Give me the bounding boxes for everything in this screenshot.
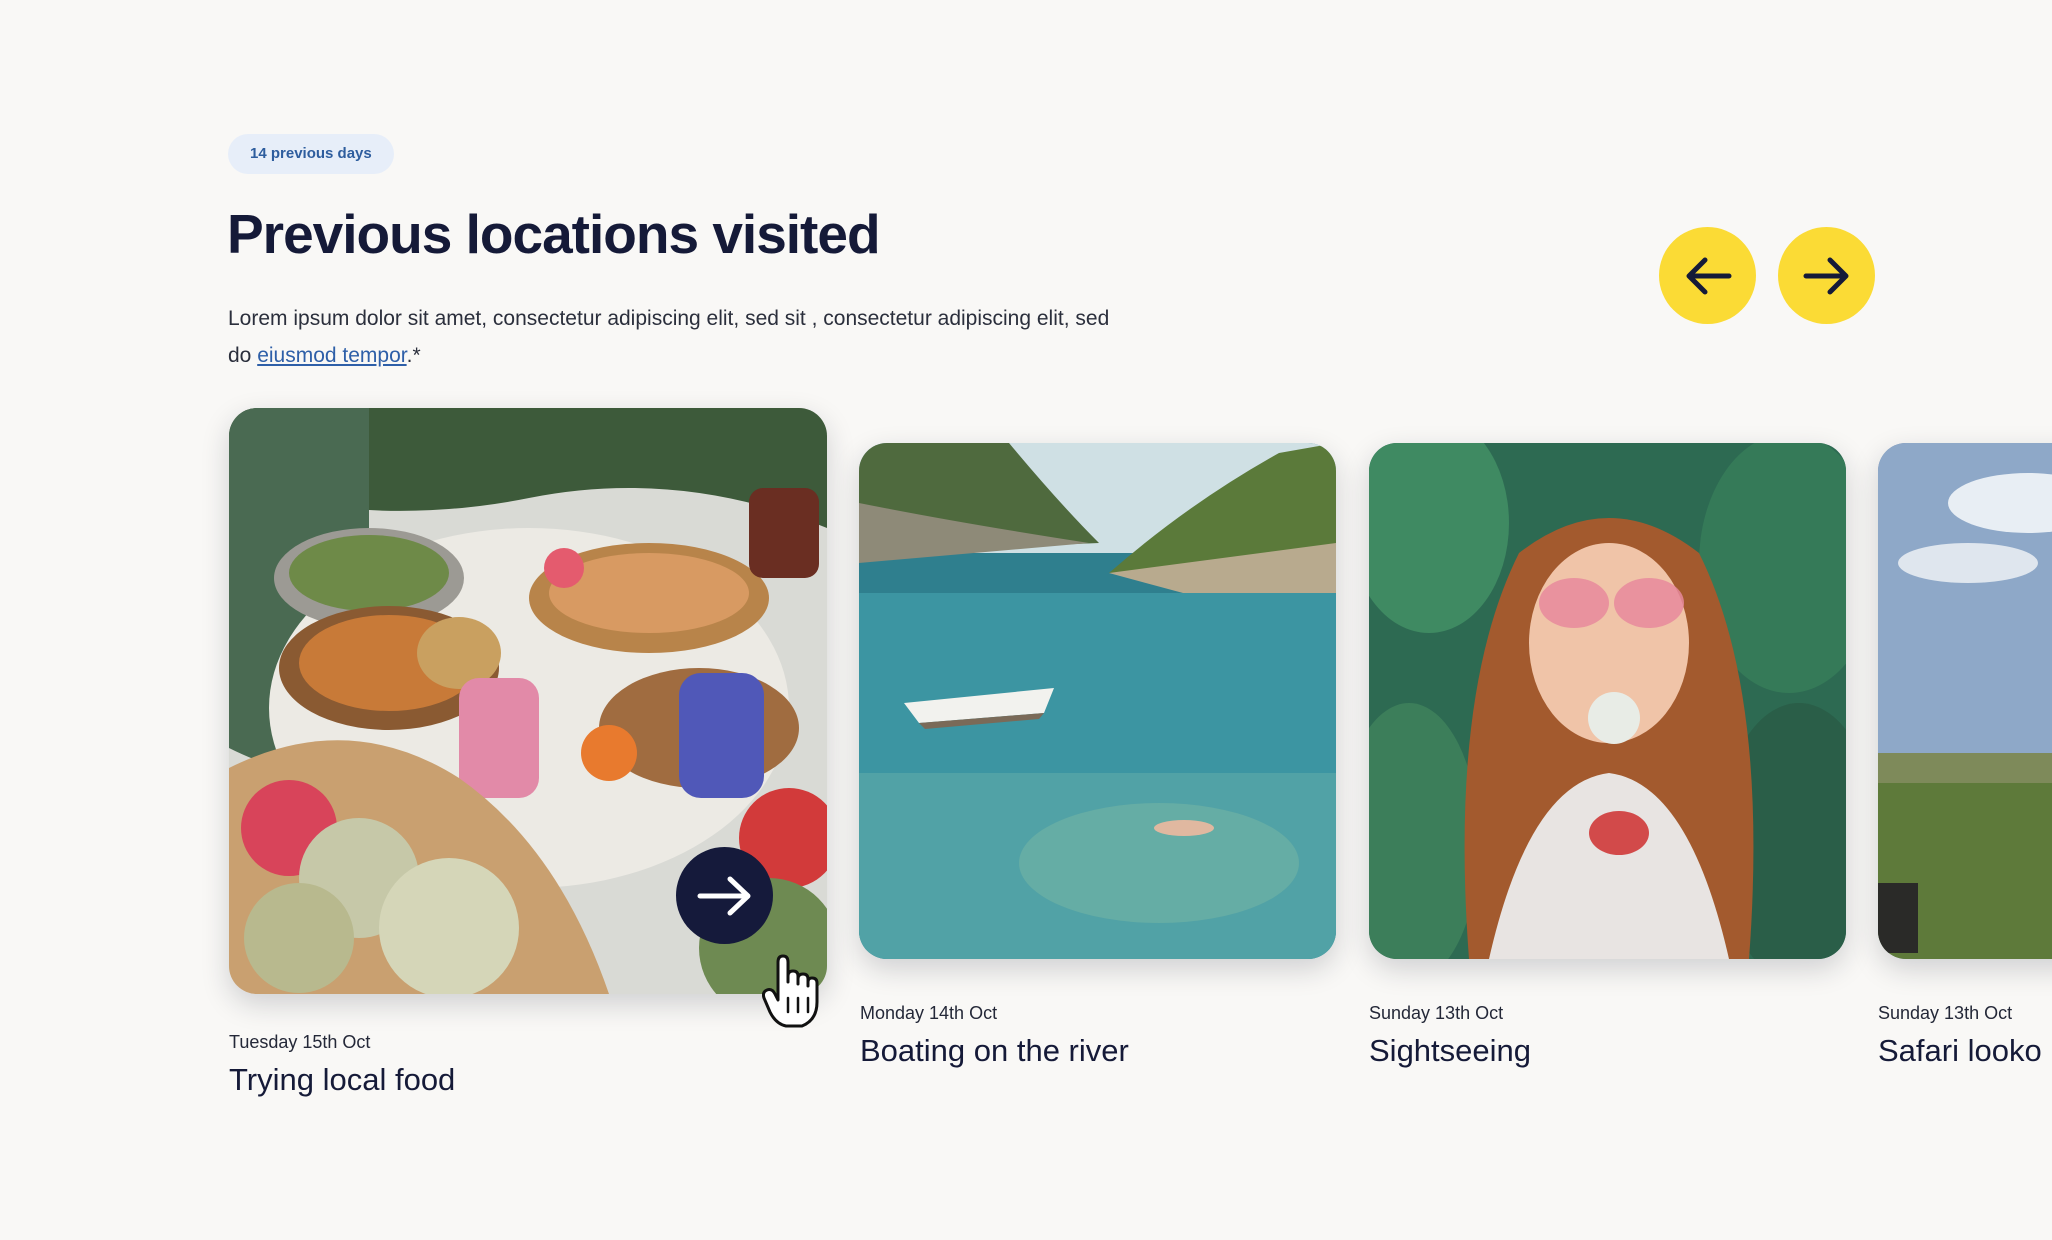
carousel-next-button[interactable] (1778, 227, 1875, 324)
card-title: Sightseeing (1369, 1033, 1532, 1068)
woman-dandelion-photo (1369, 443, 1846, 959)
card-date: Tuesday 15th Oct (229, 1032, 371, 1052)
hand-cursor-icon (762, 954, 819, 1028)
arrow-right-icon (1803, 257, 1848, 294)
eiusmod-tempor-link[interactable]: eiusmod tempor (257, 344, 406, 367)
card-title: Boating on the river (860, 1033, 1129, 1068)
arrow-right-icon (697, 876, 750, 915)
carousel-prev-button[interactable] (1659, 227, 1756, 324)
card-date: Monday 14th Oct (860, 1003, 998, 1023)
section-description: Lorem ipsum dolor sit amet, consectetur … (228, 300, 1128, 374)
card-date: Sunday 13th Oct (1878, 1003, 2013, 1023)
card-title: Safari looko (1878, 1033, 2042, 1068)
arrow-left-icon (1686, 257, 1731, 294)
previous-days-badge: 14 previous days (228, 134, 394, 174)
description-suffix: .* (406, 344, 421, 367)
river-boat-photo (859, 443, 1336, 959)
page-title: Previous locations visited (227, 203, 881, 265)
card-date: Sunday 13th Oct (1369, 1003, 1504, 1023)
open-card-button[interactable] (676, 847, 773, 944)
card-title: Trying local food (229, 1062, 456, 1097)
safari-landscape-photo (1878, 443, 2052, 959)
